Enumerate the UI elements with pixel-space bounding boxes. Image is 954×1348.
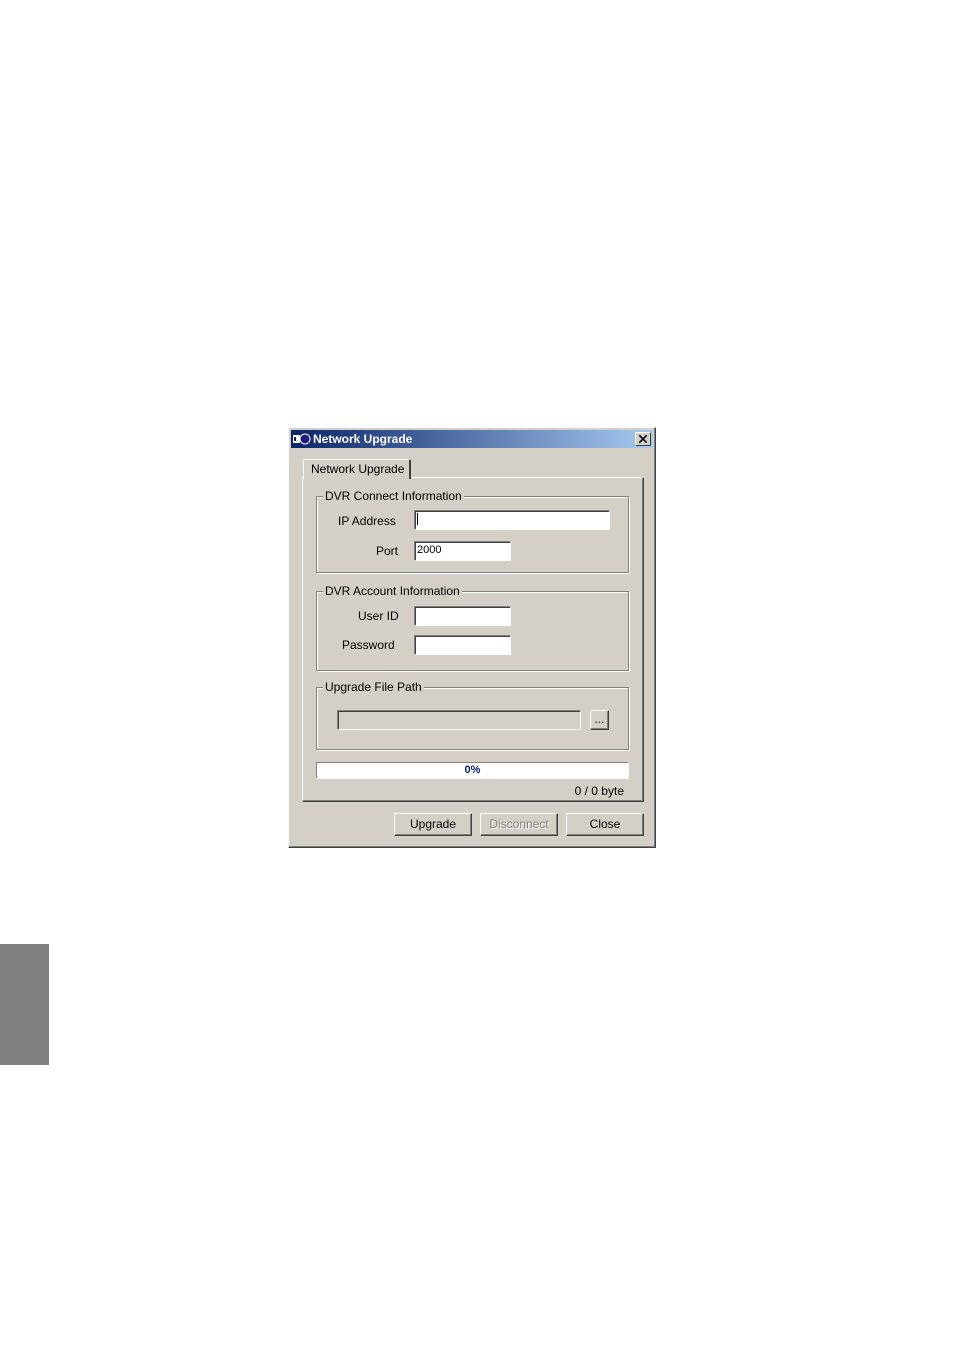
- close-window-button[interactable]: [635, 432, 651, 446]
- password-input[interactable]: [414, 635, 511, 655]
- disconnect-button[interactable]: Disconnect: [480, 813, 558, 836]
- file-path-input[interactable]: [337, 710, 581, 730]
- user-id-input[interactable]: [414, 606, 511, 626]
- progress-percent: 0%: [464, 764, 481, 776]
- network-upgrade-dialog: Network Upgrade Network Upgrade DVR Conn…: [288, 427, 656, 848]
- dvr-account-group: DVR Account Information: [316, 584, 629, 671]
- title-bar[interactable]: Network Upgrade: [291, 430, 653, 448]
- browse-button[interactable]: ...: [590, 710, 609, 730]
- close-button[interactable]: Close: [566, 813, 644, 836]
- port-input[interactable]: 2000: [414, 541, 511, 561]
- user-id-label: User ID: [358, 609, 399, 623]
- group-title: Upgrade File Path: [323, 680, 424, 694]
- upgrade-progress-bar: 0%: [316, 762, 629, 779]
- ip-address-input[interactable]: [414, 510, 610, 530]
- text-caret: [417, 513, 418, 526]
- port-label: Port: [376, 544, 399, 558]
- page-side-tab: [0, 944, 49, 1065]
- group-title: DVR Connect Information: [323, 489, 464, 503]
- group-title: DVR Account Information: [323, 584, 462, 598]
- upgrade-button[interactable]: Upgrade: [394, 813, 472, 836]
- dvr-connect-group: DVR Connect Information: [316, 489, 629, 573]
- tab-label: Network Upgrade: [311, 462, 405, 476]
- tab-network-upgrade[interactable]: Network Upgrade: [303, 459, 411, 479]
- ip-address-label: IP Address: [338, 514, 396, 528]
- bytes-transferred: 0 / 0 byte: [574, 784, 624, 798]
- app-icon: [293, 433, 311, 445]
- window-title: Network Upgrade: [313, 432, 413, 446]
- close-icon: [639, 435, 647, 443]
- password-label: Password: [342, 638, 395, 652]
